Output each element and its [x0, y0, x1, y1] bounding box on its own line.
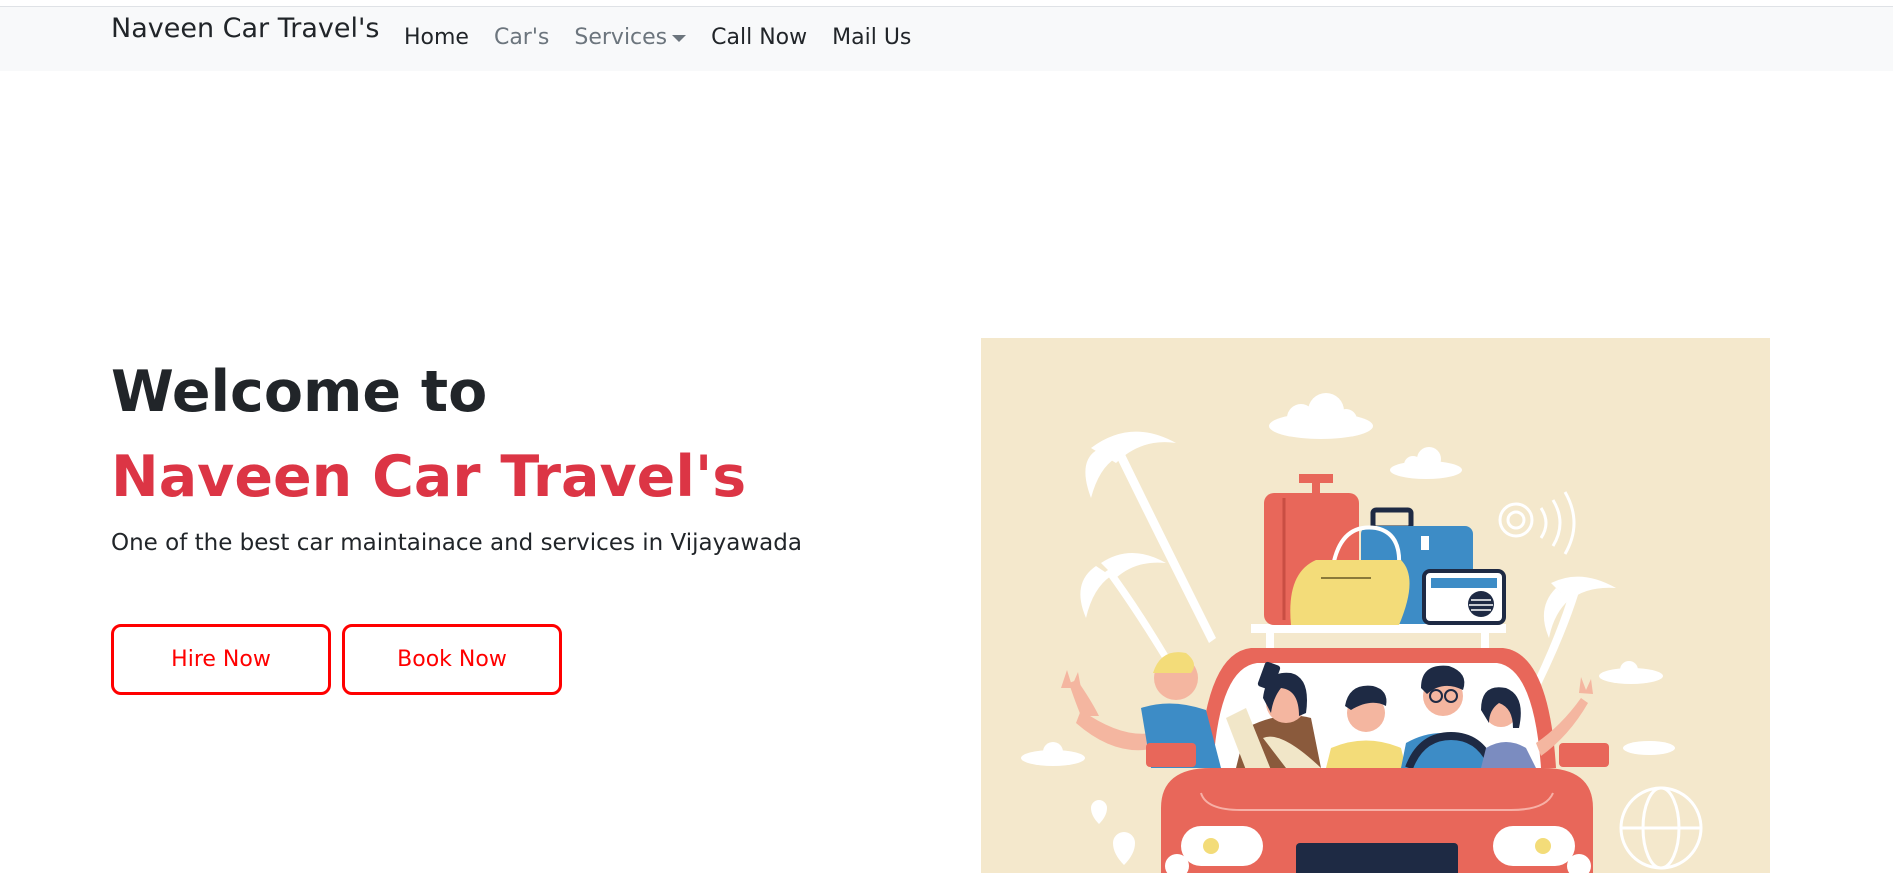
- nav-home-link[interactable]: Home: [404, 25, 469, 50]
- hero-welcome-heading: Welcome to: [111, 359, 488, 425]
- hero-subtitle: One of the best car maintainace and serv…: [111, 530, 802, 556]
- nav-services-label: Services: [574, 24, 668, 50]
- hero-brand-heading: Naveen Car Travel's: [111, 444, 747, 510]
- nav-mail-us-link[interactable]: Mail Us: [832, 25, 911, 50]
- brand-logo-link[interactable]: Naveen Car Travel's: [111, 13, 379, 44]
- hire-now-button[interactable]: Hire Now: [111, 624, 331, 695]
- book-now-button[interactable]: Book Now: [342, 624, 562, 695]
- nav-links: Home Car's Services Call Now Mail Us: [404, 17, 936, 57]
- nav-call-now-link[interactable]: Call Now: [711, 25, 807, 50]
- car-travel-friends-illustration: [1021, 393, 1703, 873]
- navbar: Naveen Car Travel's Home Car's Services …: [0, 7, 1893, 71]
- nav-cars-link[interactable]: Car's: [494, 25, 549, 50]
- caret-down-icon: [672, 34, 687, 42]
- top-border: [0, 0, 1893, 7]
- nav-services-dropdown[interactable]: Services: [574, 24, 687, 50]
- hero-illustration: [981, 338, 1770, 873]
